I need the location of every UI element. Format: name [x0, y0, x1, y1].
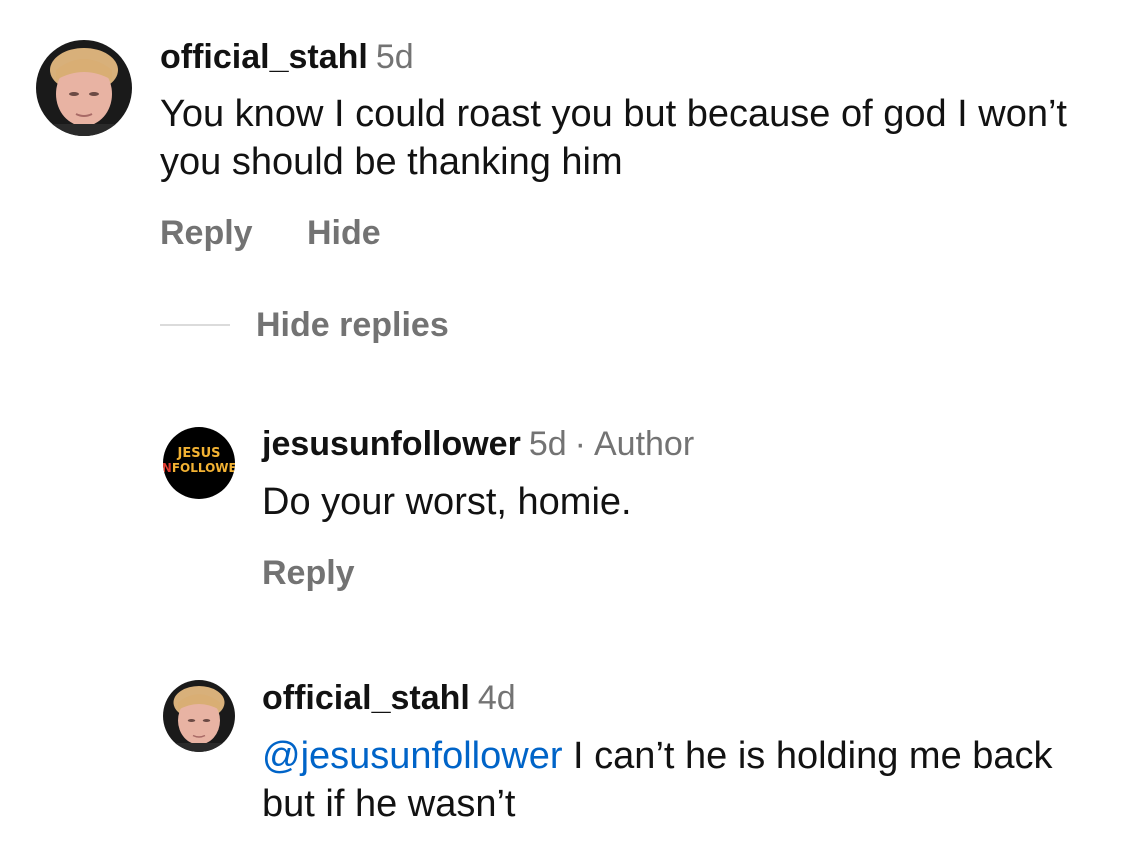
mention-link[interactable]: @jesusunfollower	[262, 735, 563, 777]
avatar[interactable]	[36, 40, 132, 136]
separator-dot: ·	[574, 425, 586, 463]
reply-username[interactable]: jesusunfollower 5d · Author	[262, 427, 694, 461]
replies-divider	[160, 324, 230, 326]
comment-text: You know I could roast you but because o…	[160, 93, 1067, 183]
username-text[interactable]: jesusunfollower	[262, 425, 521, 463]
profile-photo-icon	[36, 40, 132, 136]
reply-username[interactable]: official_stahl 4d	[262, 681, 516, 715]
author-badge: Author	[593, 425, 695, 463]
reply-text: @jesusunfollower I can’t he is holding m…	[262, 732, 1112, 828]
avatar[interactable]	[163, 680, 235, 752]
username-text[interactable]: official_stahl	[160, 38, 368, 76]
avatar[interactable]: JESUS UNFOLLOWER	[163, 427, 235, 499]
hide-button[interactable]: Hide	[307, 216, 381, 250]
hide-replies-button[interactable]: Hide replies	[256, 308, 449, 342]
logo-prefix: UN	[163, 461, 172, 475]
logo-rest: FOLLOWER	[172, 461, 235, 475]
comment-timestamp: 5d	[375, 38, 414, 76]
comment-username[interactable]: official_stahl 5d	[160, 40, 414, 74]
jesus-unfollower-logo-icon: JESUS UNFOLLOWER	[163, 427, 235, 499]
reply-timestamp: 5d	[528, 425, 567, 463]
reply-timestamp: 4d	[477, 679, 516, 717]
svg-text:UNFOLLOWER: UNFOLLOWER	[163, 461, 235, 475]
username-text[interactable]: official_stahl	[262, 679, 470, 717]
logo-line1: JESUS	[177, 446, 221, 461]
reply-button[interactable]: Reply	[262, 556, 355, 590]
reply-text: Do your worst, homie.	[262, 481, 632, 523]
reply-button[interactable]: Reply	[160, 216, 253, 250]
profile-photo-icon	[163, 680, 235, 752]
